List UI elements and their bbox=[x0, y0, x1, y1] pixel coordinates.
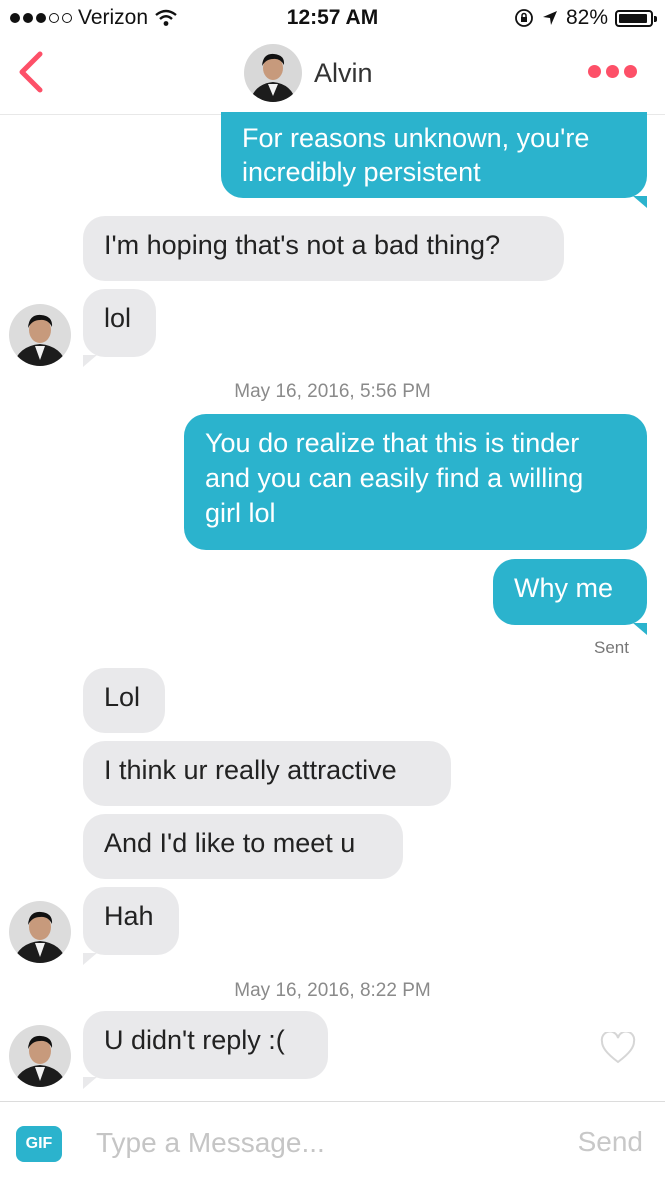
message-incoming[interactable]: I think ur really attractive bbox=[83, 741, 451, 806]
message-incoming[interactable]: And I'd like to meet u bbox=[83, 814, 403, 879]
contact-avatar[interactable] bbox=[9, 1025, 71, 1087]
message-incoming[interactable]: I'm hoping that's not a bad thing? bbox=[83, 216, 564, 281]
message-incoming[interactable]: Lol bbox=[83, 668, 165, 733]
more-dot-icon bbox=[606, 65, 619, 78]
send-button[interactable]: Send bbox=[578, 1126, 643, 1158]
chevron-left-icon bbox=[19, 51, 43, 93]
heart-icon bbox=[600, 1030, 636, 1064]
contact-avatar[interactable] bbox=[9, 901, 71, 963]
timestamp: May 16, 2016, 5:56 PM bbox=[234, 381, 431, 402]
like-message-button[interactable] bbox=[600, 1030, 636, 1064]
status-right: 82% bbox=[514, 6, 657, 30]
contact-avatar[interactable] bbox=[9, 304, 71, 366]
message-incoming[interactable]: lol bbox=[83, 289, 156, 367]
contact-avatar[interactable] bbox=[244, 44, 302, 102]
status-bar: Verizon 12:57 AM 82% bbox=[0, 0, 665, 36]
rotation-lock-icon bbox=[515, 9, 533, 27]
message-outgoing[interactable]: For reasons unknown, you're incredibly p… bbox=[221, 112, 647, 208]
back-button[interactable] bbox=[14, 50, 54, 94]
battery-icon bbox=[615, 9, 657, 27]
battery-percent: 82% bbox=[565, 6, 608, 29]
more-options-button[interactable] bbox=[588, 65, 637, 78]
location-arrow-icon bbox=[542, 11, 557, 25]
timestamp: May 16, 2016, 8:22 PM bbox=[234, 980, 431, 1001]
gif-button[interactable]: GIF bbox=[16, 1126, 62, 1162]
message-composer: GIF Send bbox=[0, 1101, 665, 1183]
message-incoming[interactable]: U didn't reply :( bbox=[83, 1011, 328, 1089]
contact-name[interactable]: Alvin bbox=[314, 58, 373, 89]
more-dot-icon bbox=[624, 65, 637, 78]
sent-status: Sent bbox=[594, 638, 629, 657]
message-outgoing[interactable]: Why me bbox=[493, 559, 647, 635]
message-outgoing[interactable]: You do realize that this is tinder and y… bbox=[184, 414, 647, 550]
message-incoming[interactable]: Hah bbox=[83, 887, 179, 965]
chat-header: Alvin bbox=[0, 36, 665, 115]
more-dot-icon bbox=[588, 65, 601, 78]
message-input[interactable] bbox=[86, 1118, 566, 1168]
